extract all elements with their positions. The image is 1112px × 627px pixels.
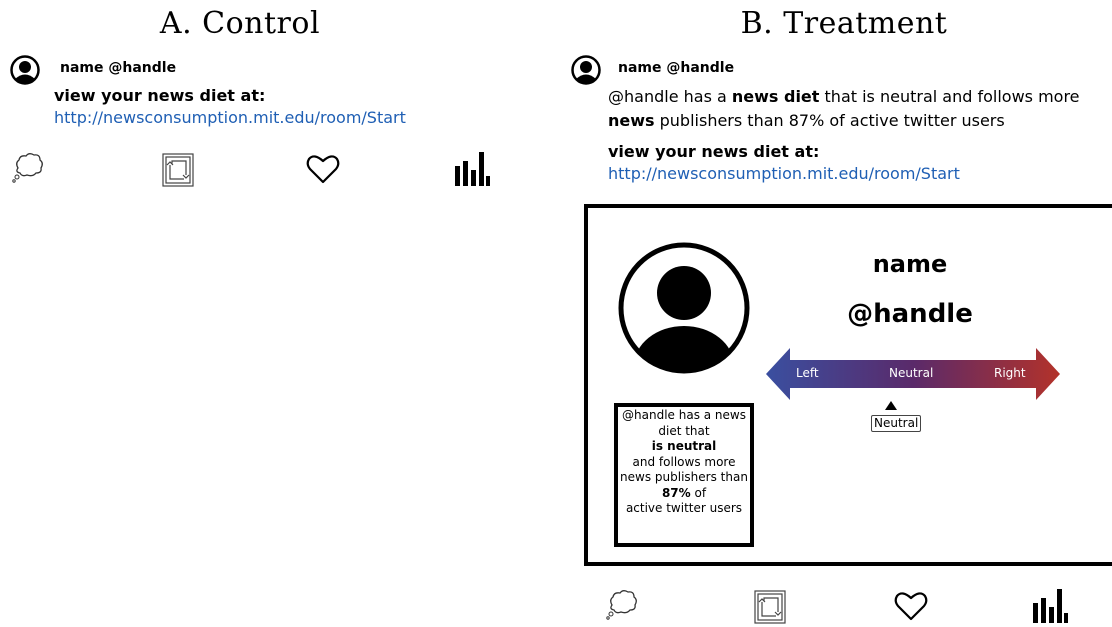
news-diet-link[interactable]: http://newsconsumption.mit.edu/room/Star… [608,164,960,183]
like-button[interactable] [305,152,341,186]
scale-center-label: Neutral [889,366,934,380]
panel-a-title: A. Control [159,6,321,41]
avatar-icon[interactable] [10,55,40,85]
retweet-icon [754,590,786,624]
analytics-button[interactable] [452,150,492,188]
analytics-icon [455,152,490,186]
like-icon [894,592,928,621]
scale-marker-icon [885,401,897,410]
news-diet-cta: view your news diet at: [54,86,266,105]
scale-left-label: Left [796,366,819,380]
reply-button[interactable] [10,150,46,186]
panel-b-title: B. Treatment [740,6,948,41]
analytics-button[interactable] [1030,587,1070,625]
reply-button[interactable] [604,587,640,623]
name-handle[interactable]: name @handle [60,60,176,76]
avatar-icon[interactable] [571,55,601,85]
card-name: name [872,250,948,278]
reply-icon [12,153,43,183]
profile-avatar-icon [618,242,750,374]
analytics-icon [1033,589,1068,623]
news-diet-link[interactable]: http://newsconsumption.mit.edu/room/Star… [54,108,406,127]
like-icon [306,155,340,184]
card-handle: @handle [847,299,973,329]
retweet-button[interactable] [158,150,198,190]
retweet-icon [162,153,194,187]
name-handle[interactable]: name @handle [618,60,734,76]
scale-right-label: Right [994,366,1026,380]
tweet-summary: @handle has a news diet that is neutral … [608,87,1080,130]
news-diet-card[interactable]: name @handle Left Neutral Right Neutral … [584,204,1112,566]
reply-icon [606,590,637,620]
news-diet-cta: view your news diet at: [608,142,820,161]
scale-marker-label: Neutral [871,415,922,432]
handle-mention[interactable]: @handle [608,87,679,106]
like-button[interactable] [893,589,929,623]
retweet-button[interactable] [750,587,790,627]
news-diet-summary-box: @handle has a news diet that is neutral … [614,403,754,547]
